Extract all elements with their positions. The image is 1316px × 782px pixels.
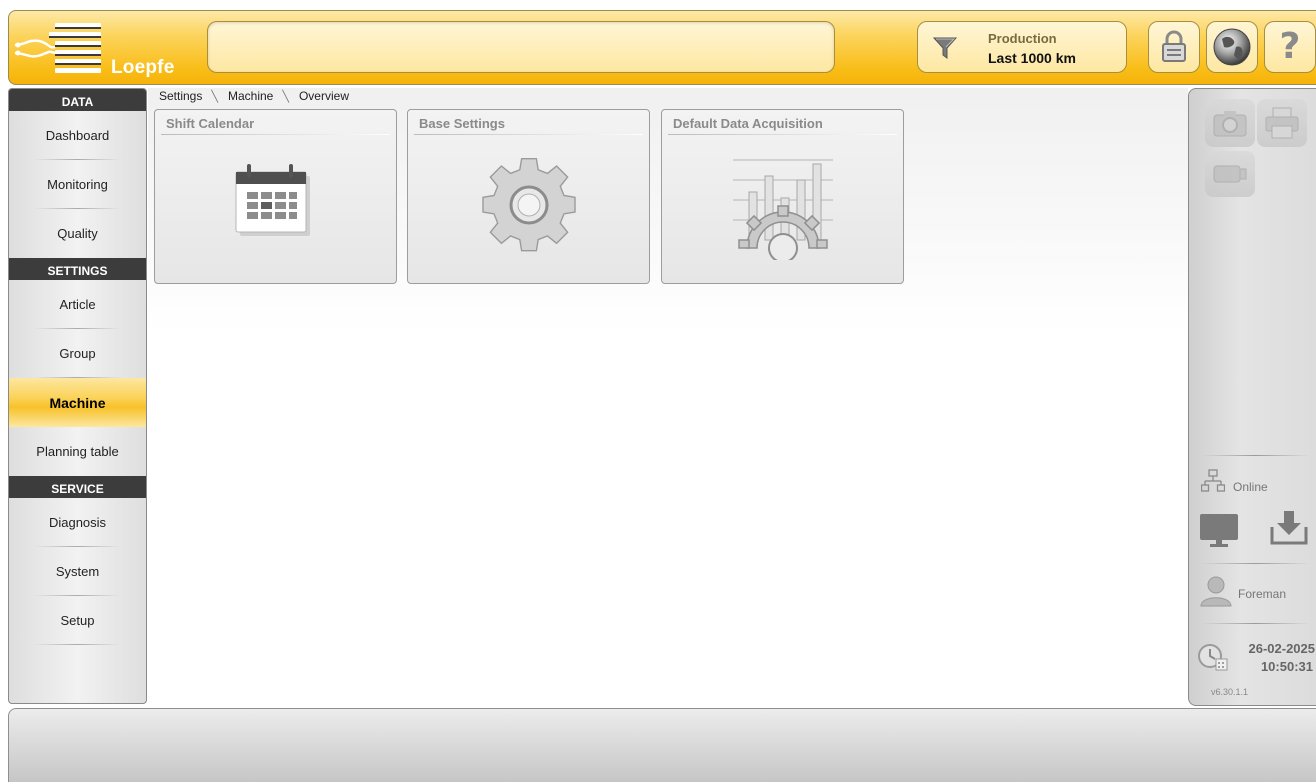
breadcrumb-separator: ╲ <box>211 90 218 103</box>
breadcrumb-machine[interactable]: Machine <box>228 89 273 103</box>
gear-icon <box>481 157 576 252</box>
sidebar-item-machine[interactable]: Machine <box>9 378 146 427</box>
usb-drive-icon <box>1213 165 1247 183</box>
usb-export-button[interactable] <box>1205 151 1255 197</box>
sidebar-item-system[interactable]: System <box>9 547 146 596</box>
print-button[interactable] <box>1257 99 1307 147</box>
network-icon <box>1201 469 1225 492</box>
breadcrumb-separator: ╲ <box>282 90 289 103</box>
right-status-panel: Online Foreman 26-02-2025 10:50:31 v6.30… <box>1188 88 1316 706</box>
main-content: Settings ╲ Machine ╲ Overview Shift Cale… <box>148 88 1188 704</box>
footer-bar <box>8 708 1316 782</box>
calendar-icon <box>235 164 310 236</box>
breadcrumb-settings[interactable]: Settings <box>159 89 202 103</box>
sidebar-section-service: SERVICE <box>9 476 146 498</box>
sidebar-item-quality[interactable]: Quality <box>9 209 146 258</box>
logo-text: Loepfe <box>111 57 175 78</box>
globe-icon <box>1213 28 1251 66</box>
help-button[interactable]: ? <box>1264 21 1316 73</box>
sidebar-section-settings: SETTINGS <box>9 258 146 280</box>
header-bar: Loepfe Production Last 1000 km ? <box>8 10 1316 85</box>
screenshot-button[interactable] <box>1205 99 1255 147</box>
tile-title: Default Data Acquisition <box>673 116 823 131</box>
version-label: v6.30.1.1 <box>1211 687 1249 697</box>
tile-title: Base Settings <box>419 116 505 131</box>
logo-mark-icon <box>15 23 101 73</box>
printer-icon <box>1265 107 1299 139</box>
tile-title: Shift Calendar <box>166 116 255 131</box>
sidebar-item-planning-table[interactable]: Planning table <box>9 427 146 476</box>
sidebar-item-monitoring[interactable]: Monitoring <box>9 160 146 209</box>
base-settings-tile[interactable]: Base Settings <box>407 109 650 284</box>
sidebar-item-dashboard[interactable]: Dashboard <box>9 111 146 160</box>
camera-icon <box>1213 111 1247 137</box>
production-filter-button[interactable]: Production Last 1000 km <box>917 21 1127 73</box>
loepfe-logo: Loepfe <box>15 19 185 78</box>
breadcrumb-overview: Overview <box>298 89 349 103</box>
filter-range: Last 1000 km <box>988 50 1076 66</box>
chart-gear-icon <box>732 159 833 260</box>
default-data-acquisition-tile[interactable]: Default Data Acquisition <box>661 109 904 284</box>
message-field[interactable] <box>207 21 835 73</box>
question-mark-icon: ? <box>1279 26 1301 67</box>
user-role: Foreman <box>1238 587 1287 601</box>
connection-status: Online <box>1233 480 1268 494</box>
funnel-icon <box>932 37 958 59</box>
lock-icon <box>1162 30 1186 62</box>
user-icon <box>1200 576 1232 607</box>
sidebar-item-group[interactable]: Group <box>9 329 146 378</box>
current-date: 26-02-2025 <box>1248 641 1316 656</box>
sidebar: DATA Dashboard Monitoring Quality SETTIN… <box>8 88 147 704</box>
sidebar-item-article[interactable]: Article <box>9 280 146 329</box>
sidebar-item-setup[interactable]: Setup <box>9 596 146 645</box>
clock-icon <box>1198 644 1228 671</box>
breadcrumb: Settings ╲ Machine ╲ Overview <box>159 88 349 104</box>
download-icon[interactable] <box>1269 509 1309 547</box>
monitor-icon[interactable] <box>1199 513 1239 549</box>
sidebar-section-data: DATA <box>9 89 146 111</box>
shift-calendar-tile[interactable]: Shift Calendar <box>154 109 397 284</box>
language-button[interactable] <box>1206 21 1258 73</box>
filter-mode: Production <box>988 31 1057 46</box>
current-time: 10:50:31 <box>1260 659 1313 674</box>
sidebar-item-diagnosis[interactable]: Diagnosis <box>9 498 146 547</box>
lock-button[interactable] <box>1148 21 1200 73</box>
